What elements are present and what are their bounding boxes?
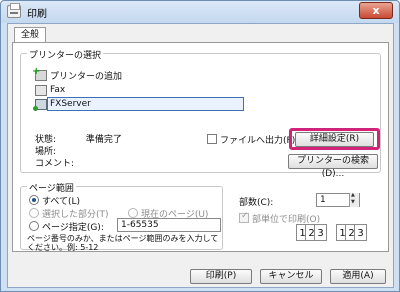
cancel-button[interactable]: キャンセル — [260, 269, 322, 284]
printer-item-fax[interactable]: Fax — [35, 83, 65, 97]
status-value: 準備完了 — [85, 135, 122, 145]
printer-select-group: プリンターの選択 プリンターの追加 Fax FXServer 状態: 準備完了 — [20, 48, 381, 179]
apply-button[interactable]: 適用(A) — [330, 269, 386, 284]
radio-current-page[interactable] — [128, 208, 138, 218]
radio-all-pages-label: すべて(L) — [42, 197, 81, 207]
comment-row: コメント: — [35, 156, 75, 169]
printer-item-label: FXServer — [50, 99, 91, 109]
window-title: 印刷 — [27, 9, 47, 20]
collate-page: 3 — [354, 224, 367, 241]
radio-page-range[interactable] — [29, 221, 39, 231]
page-range-hint: ページ番号のみか、またはページ範囲のみを入力して ください。例: 5-12 — [27, 234, 219, 252]
printer-item-add[interactable]: プリンターの追加 — [32, 66, 123, 82]
collate-checkbox[interactable] — [239, 211, 249, 223]
radio-all-pages[interactable] — [29, 195, 39, 205]
printer-add-icon — [32, 66, 47, 81]
radio-page-range-label: ページ指定(G): — [42, 223, 104, 233]
find-printer-button[interactable]: プリンターの検索(D)... — [288, 154, 378, 179]
page-range-group: ページ範囲 すべて(L) 選択した部分(T) 現在のページ(U) ページ指定(G… — [20, 181, 223, 252]
printer-item-label: Fax — [50, 85, 66, 95]
radio-selection[interactable] — [29, 208, 39, 218]
comment-label: コメント: — [35, 159, 75, 169]
page-range-label: ページ範囲 — [27, 181, 76, 194]
printer-item-fxserver[interactable]: FXServer — [33, 97, 91, 111]
printer-app-icon — [7, 3, 21, 18]
network-printer-icon — [33, 98, 47, 111]
print-to-file-checkbox[interactable] — [207, 134, 217, 144]
copies-spinner[interactable] — [349, 192, 359, 207]
print-button[interactable]: 印刷(P) — [190, 269, 252, 284]
collate-illustration-1: 123 — [296, 224, 327, 241]
printer-select-label: プリンターの選択 — [27, 48, 104, 61]
fax-icon — [35, 84, 47, 96]
collate-illustration-2: 123 — [336, 224, 367, 241]
print-dialog-window: 印刷 x 全般 プリンターの選択 プリンターの追加 Fax FXServer — [0, 0, 400, 292]
tab-general[interactable]: 全般 — [14, 27, 47, 43]
copies-label: 部数(C): — [239, 198, 274, 208]
print-to-file-label: ファイルへ出力(F) — [220, 136, 296, 146]
close-button[interactable]: x — [359, 2, 393, 19]
advanced-settings-button[interactable]: 詳細設定(R) — [295, 132, 374, 147]
title-bar: 印刷 x — [1, 1, 399, 23]
page-range-input[interactable]: 1-65535 — [117, 218, 221, 232]
radio-selection-label: 選択した部分(T) — [42, 210, 109, 220]
general-panel: プリンターの選択 プリンターの追加 Fax FXServer 状態: 準備完了 — [12, 42, 389, 252]
collate-page: 3 — [314, 224, 327, 241]
printer-item-label: プリンターの追加 — [50, 71, 123, 82]
dialog-body: 全般 プリンターの選択 プリンターの追加 Fax FXServer — [7, 23, 394, 288]
